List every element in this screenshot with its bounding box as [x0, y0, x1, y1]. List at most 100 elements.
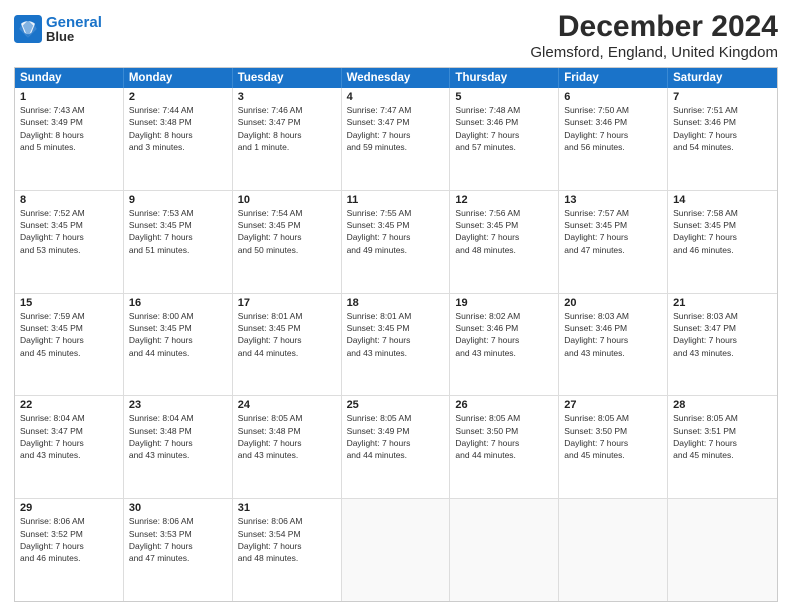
calendar-cell: 14Sunrise: 7:58 AMSunset: 3:45 PMDayligh…	[668, 191, 777, 293]
page: General Blue December 2024 Glemsford, En…	[0, 0, 792, 612]
day-info-line: Daylight: 8 hours	[20, 129, 118, 141]
day-number: 18	[347, 297, 445, 309]
calendar-cell: 21Sunrise: 8:03 AMSunset: 3:47 PMDayligh…	[668, 294, 777, 396]
day-info-line: Daylight: 7 hours	[673, 437, 772, 449]
calendar-cell: 5Sunrise: 7:48 AMSunset: 3:46 PMDaylight…	[450, 88, 559, 190]
day-info-line: Sunrise: 7:52 AM	[20, 207, 118, 219]
day-info-line: Sunrise: 7:56 AM	[455, 207, 553, 219]
page-subtitle: Glemsford, England, United Kingdom	[530, 44, 778, 61]
day-info-line: and 44 minutes.	[455, 449, 553, 461]
day-info-line: Daylight: 7 hours	[20, 334, 118, 346]
calendar-week: 8Sunrise: 7:52 AMSunset: 3:45 PMDaylight…	[15, 191, 777, 294]
calendar-header-cell: Thursday	[450, 68, 559, 88]
day-info-line: Sunrise: 8:04 AM	[20, 412, 118, 424]
day-info-line: Sunset: 3:51 PM	[673, 425, 772, 437]
day-info-line: Sunset: 3:45 PM	[347, 219, 445, 231]
day-info-line: Sunrise: 7:46 AM	[238, 104, 336, 116]
day-info-line: Daylight: 7 hours	[20, 540, 118, 552]
day-info-line: and 53 minutes.	[20, 244, 118, 256]
calendar-cell: 8Sunrise: 7:52 AMSunset: 3:45 PMDaylight…	[15, 191, 124, 293]
day-info-line: Sunrise: 8:05 AM	[673, 412, 772, 424]
day-info-line: and 3 minutes.	[129, 141, 227, 153]
day-info-line: Daylight: 7 hours	[564, 437, 662, 449]
calendar-cell	[668, 499, 777, 601]
day-info-line: and 44 minutes.	[347, 449, 445, 461]
day-info-line: and 49 minutes.	[347, 244, 445, 256]
day-info-line: Sunrise: 8:01 AM	[347, 310, 445, 322]
day-info-line: Sunset: 3:47 PM	[673, 322, 772, 334]
day-info-line: Sunset: 3:50 PM	[564, 425, 662, 437]
day-info-line: Sunset: 3:46 PM	[673, 116, 772, 128]
day-info-line: Daylight: 7 hours	[129, 334, 227, 346]
day-info-line: Sunset: 3:49 PM	[347, 425, 445, 437]
logo: General Blue	[14, 14, 102, 44]
day-info-line: Sunset: 3:47 PM	[20, 425, 118, 437]
day-info-line: Daylight: 7 hours	[347, 231, 445, 243]
day-info-line: and 47 minutes.	[129, 552, 227, 564]
calendar-cell: 15Sunrise: 7:59 AMSunset: 3:45 PMDayligh…	[15, 294, 124, 396]
day-info-line: and 43 minutes.	[455, 347, 553, 359]
calendar-cell	[342, 499, 451, 601]
day-info-line: Sunrise: 8:02 AM	[455, 310, 553, 322]
day-info-line: Daylight: 7 hours	[564, 231, 662, 243]
day-info-line: Sunset: 3:45 PM	[238, 219, 336, 231]
calendar-cell: 25Sunrise: 8:05 AMSunset: 3:49 PMDayligh…	[342, 396, 451, 498]
calendar-cell: 29Sunrise: 8:06 AMSunset: 3:52 PMDayligh…	[15, 499, 124, 601]
day-number: 12	[455, 194, 553, 206]
calendar-cell: 22Sunrise: 8:04 AMSunset: 3:47 PMDayligh…	[15, 396, 124, 498]
day-info-line: Sunrise: 7:57 AM	[564, 207, 662, 219]
day-info-line: Daylight: 7 hours	[564, 129, 662, 141]
day-info-line: Daylight: 8 hours	[129, 129, 227, 141]
logo-icon	[14, 15, 42, 43]
day-info-line: Sunset: 3:48 PM	[129, 116, 227, 128]
calendar-header-cell: Wednesday	[342, 68, 451, 88]
day-number: 6	[564, 91, 662, 103]
day-info-line: and 45 minutes.	[20, 347, 118, 359]
calendar-cell	[450, 499, 559, 601]
calendar-header-cell: Monday	[124, 68, 233, 88]
day-info-line: Sunset: 3:45 PM	[129, 322, 227, 334]
day-number: 2	[129, 91, 227, 103]
day-info-line: Daylight: 7 hours	[673, 129, 772, 141]
day-number: 26	[455, 399, 553, 411]
day-info-line: Daylight: 7 hours	[238, 540, 336, 552]
day-info-line: Daylight: 7 hours	[129, 231, 227, 243]
calendar-header-cell: Friday	[559, 68, 668, 88]
day-info-line: and 59 minutes.	[347, 141, 445, 153]
calendar-cell: 10Sunrise: 7:54 AMSunset: 3:45 PMDayligh…	[233, 191, 342, 293]
day-info-line: Sunrise: 8:01 AM	[238, 310, 336, 322]
day-info-line: and 51 minutes.	[129, 244, 227, 256]
day-info-line: Sunset: 3:48 PM	[129, 425, 227, 437]
day-number: 31	[238, 502, 336, 514]
day-info-line: Sunrise: 7:50 AM	[564, 104, 662, 116]
day-info-line: Sunset: 3:45 PM	[238, 322, 336, 334]
day-info-line: and 43 minutes.	[238, 449, 336, 461]
day-info-line: Daylight: 7 hours	[20, 437, 118, 449]
day-info-line: Sunrise: 7:51 AM	[673, 104, 772, 116]
day-info-line: Daylight: 7 hours	[129, 437, 227, 449]
day-info-line: Sunset: 3:45 PM	[347, 322, 445, 334]
day-number: 21	[673, 297, 772, 309]
day-info-line: and 48 minutes.	[238, 552, 336, 564]
day-info-line: Sunrise: 7:44 AM	[129, 104, 227, 116]
day-info-line: Sunrise: 7:47 AM	[347, 104, 445, 116]
day-info-line: Sunrise: 8:05 AM	[347, 412, 445, 424]
page-title: December 2024	[530, 10, 778, 44]
day-info-line: Sunset: 3:46 PM	[455, 116, 553, 128]
day-info-line: Daylight: 7 hours	[673, 334, 772, 346]
day-info-line: Sunset: 3:46 PM	[455, 322, 553, 334]
day-info-line: Sunset: 3:45 PM	[129, 219, 227, 231]
day-info-line: Sunrise: 8:05 AM	[455, 412, 553, 424]
calendar-header-cell: Tuesday	[233, 68, 342, 88]
day-number: 5	[455, 91, 553, 103]
day-number: 14	[673, 194, 772, 206]
day-number: 11	[347, 194, 445, 206]
title-block: December 2024 Glemsford, England, United…	[530, 10, 778, 61]
calendar-cell: 26Sunrise: 8:05 AMSunset: 3:50 PMDayligh…	[450, 396, 559, 498]
day-info-line: Sunset: 3:49 PM	[20, 116, 118, 128]
calendar-cell: 23Sunrise: 8:04 AMSunset: 3:48 PMDayligh…	[124, 396, 233, 498]
day-number: 10	[238, 194, 336, 206]
calendar-body: 1Sunrise: 7:43 AMSunset: 3:49 PMDaylight…	[15, 88, 777, 601]
day-info-line: Sunset: 3:54 PM	[238, 528, 336, 540]
day-number: 19	[455, 297, 553, 309]
